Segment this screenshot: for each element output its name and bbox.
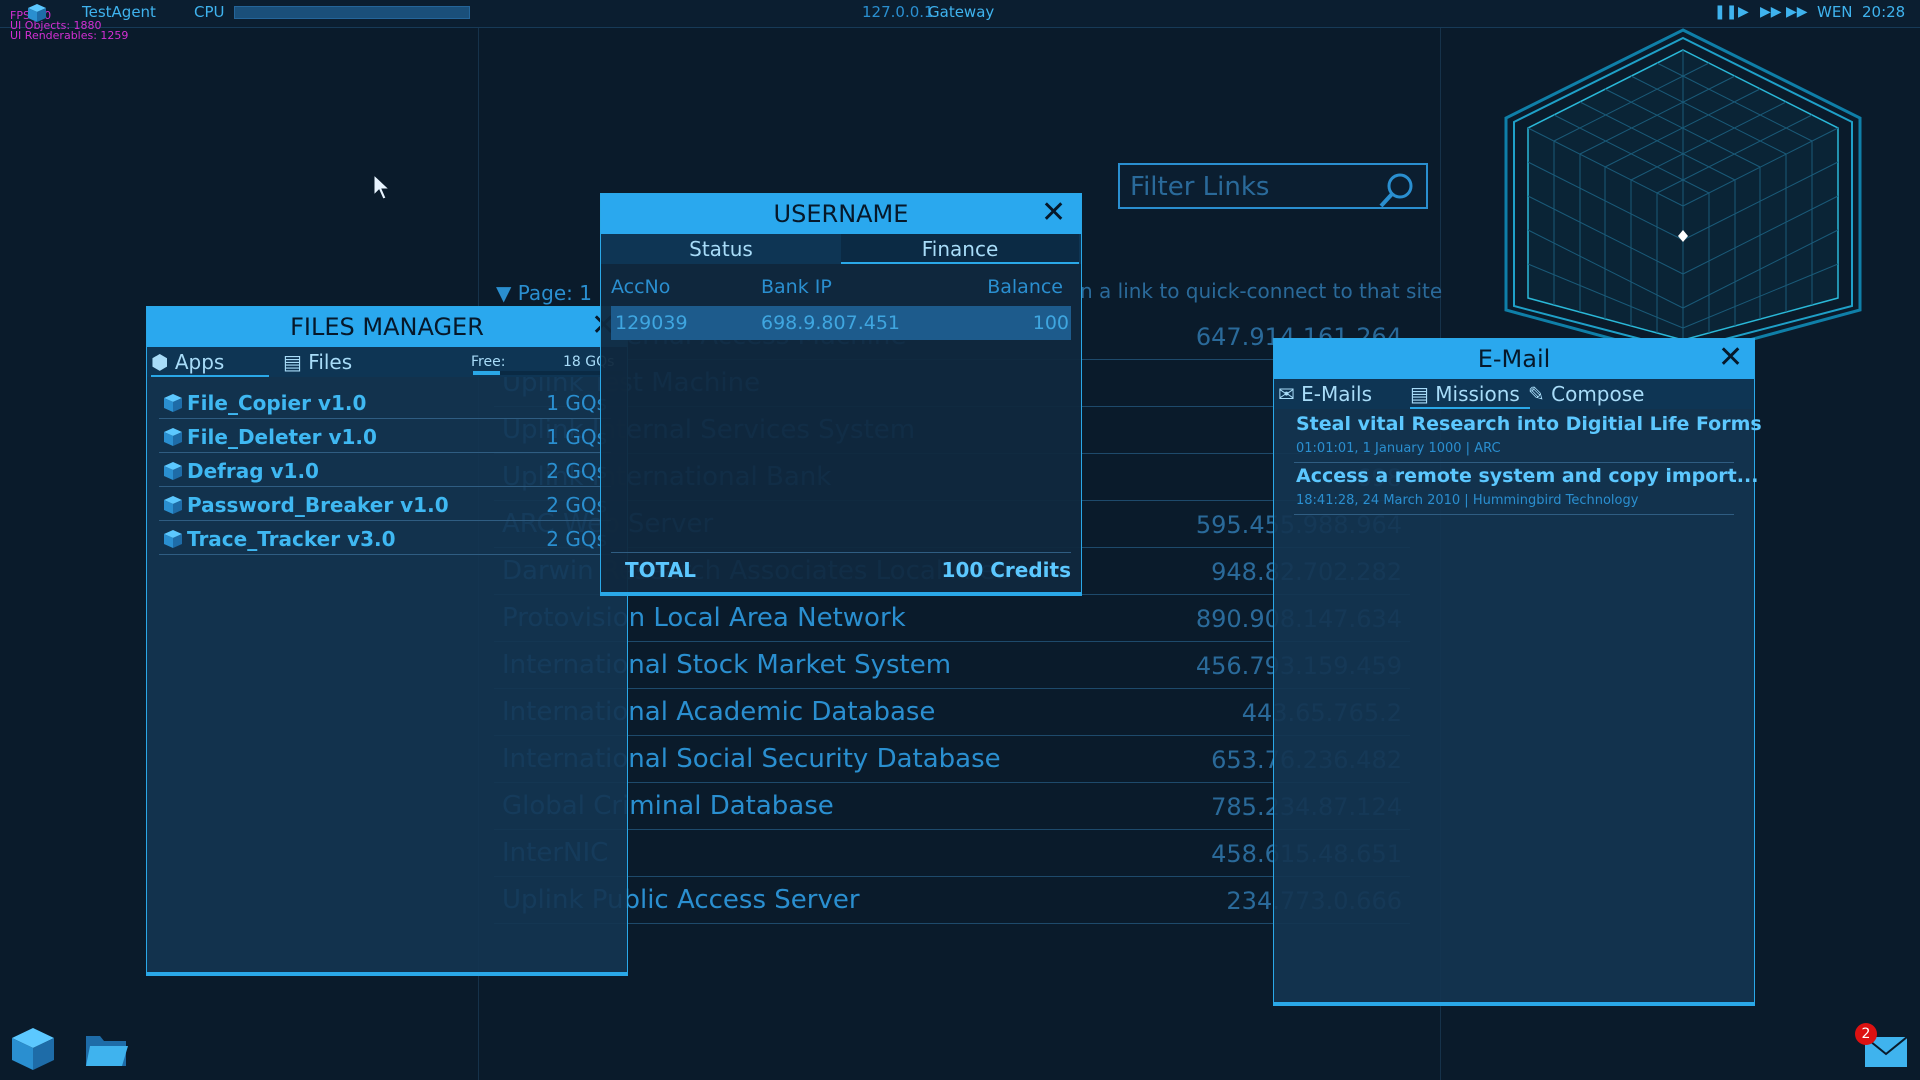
cube-icon[interactable] bbox=[8, 1024, 58, 1074]
free-space-fill bbox=[473, 371, 500, 375]
program-icon bbox=[164, 394, 182, 412]
file-row[interactable]: Trace_Tracker v3.0 2 GQs bbox=[159, 521, 611, 555]
links-hint: n a link to quick-connect to that site bbox=[1080, 279, 1443, 303]
email-window: E-Mail ✕ ✉ E-Mails ▤ Missions ✎ Compose … bbox=[1273, 338, 1762, 1006]
filter-links-placeholder: Filter Links bbox=[1130, 172, 1270, 202]
file-size: 2 GQs bbox=[546, 527, 607, 551]
table-row[interactable]: 129039 698.9.807.451 100 bbox=[611, 306, 1071, 340]
cpu-usage-bar bbox=[234, 6, 470, 19]
file-row[interactable]: Defrag v1.0 2 GQs bbox=[159, 453, 611, 487]
files-manager-window: FILES MANAGER ✕ ⬢ Apps ▤ Files Free: 18 … bbox=[146, 306, 628, 976]
email-subject: Steal vital Research into Digitial Life … bbox=[1296, 413, 1762, 435]
tab-status[interactable]: Status bbox=[601, 234, 841, 264]
file-name: Password_Breaker v1.0 bbox=[187, 493, 449, 517]
fastest-forward-icon[interactable]: ▶▶ bbox=[1786, 4, 1808, 20]
search-icon[interactable] bbox=[1376, 170, 1418, 212]
file-icon: ▤ bbox=[283, 350, 302, 374]
total-value: 100 Credits bbox=[941, 558, 1071, 582]
filter-links-input[interactable]: Filter Links bbox=[1118, 163, 1428, 209]
program-icon bbox=[164, 462, 182, 480]
envelope-icon: ✉ bbox=[1278, 382, 1295, 406]
finance-title: USERNAME bbox=[601, 194, 1081, 234]
total-label: TOTAL bbox=[625, 558, 696, 582]
email-subject: Access a remote system and copy import..… bbox=[1296, 465, 1759, 487]
email-title: E-Mail bbox=[1274, 339, 1754, 379]
agent-name[interactable]: TestAgent bbox=[82, 3, 156, 21]
tab-emails[interactable]: ✉ E-Mails bbox=[1278, 379, 1396, 409]
file-row[interactable]: Password_Breaker v1.0 2 GQs bbox=[159, 487, 611, 521]
column-header-bank-ip[interactable]: Bank IP bbox=[761, 276, 832, 298]
column-header-balance[interactable]: Balance bbox=[987, 276, 1063, 298]
file-name: Defrag v1.0 bbox=[187, 459, 319, 483]
email-meta: 01:01:01, 1 January 1000 | ARC bbox=[1296, 441, 1501, 456]
page-selector[interactable]: ▼ Page: 1 bbox=[496, 281, 592, 305]
file-name: Trace_Tracker v3.0 bbox=[187, 527, 396, 551]
close-icon[interactable]: ✕ bbox=[1718, 343, 1743, 373]
document-icon: ▤ bbox=[1410, 382, 1429, 406]
uplink-cube-icon[interactable] bbox=[26, 2, 48, 24]
mission-email[interactable]: Steal vital Research into Digitial Life … bbox=[1294, 411, 1762, 463]
program-icon bbox=[164, 530, 182, 548]
ui-renderables-readout: UI Renderables: 1259 bbox=[10, 29, 129, 42]
email-tabs: ✉ E-Mails ▤ Missions ✎ Compose bbox=[1274, 379, 1754, 409]
files-manager-title: FILES MANAGER bbox=[147, 307, 627, 347]
file-size: 1 GQs bbox=[546, 391, 607, 415]
gateway-label: Gateway bbox=[928, 3, 995, 21]
file-name: File_Deleter v1.0 bbox=[187, 425, 377, 449]
play-icon[interactable]: ▶ bbox=[1738, 4, 1749, 20]
file-size: 1 GQs bbox=[546, 425, 607, 449]
mission-email[interactable]: Access a remote system and copy import..… bbox=[1294, 463, 1758, 515]
bank-ip: 698.9.807.451 bbox=[761, 312, 901, 334]
file-row[interactable]: File_Deleter v1.0 1 GQs bbox=[159, 419, 611, 453]
tab-files[interactable]: ▤ Files bbox=[283, 347, 383, 377]
program-icon bbox=[164, 496, 182, 514]
tab-missions[interactable]: ▤ Missions bbox=[1410, 379, 1530, 409]
clock: 20:28 bbox=[1862, 3, 1906, 21]
divider bbox=[611, 552, 1071, 553]
cpu-label: CPU bbox=[194, 3, 225, 21]
email-meta: 18:41:28, 24 March 2010 | Hummingbird Te… bbox=[1296, 493, 1639, 508]
file-name: File_Copier v1.0 bbox=[187, 391, 367, 415]
finance-window: USERNAME ✕ Status Finance AccNo Bank IP … bbox=[600, 193, 1082, 596]
close-icon[interactable]: ✕ bbox=[1041, 198, 1066, 228]
gateway-ip: 127.0.0.1 bbox=[862, 3, 934, 21]
weekday: WEN bbox=[1817, 3, 1853, 21]
file-size: 2 GQs bbox=[546, 459, 607, 483]
unread-mail-badge: 2 bbox=[1855, 1023, 1877, 1045]
account-balance: 100 bbox=[1032, 312, 1069, 334]
compose-icon: ✎ bbox=[1528, 382, 1545, 406]
world-map-cube[interactable] bbox=[1498, 28, 1868, 358]
account-number: 129039 bbox=[615, 312, 688, 334]
top-bar: FPS: 60 UI Objects: 1880 UI Renderables:… bbox=[0, 0, 1920, 41]
fast-forward-icon[interactable]: ▶▶ bbox=[1760, 4, 1782, 20]
program-icon bbox=[164, 428, 182, 446]
column-header-accno[interactable]: AccNo bbox=[611, 276, 670, 298]
files-manager-tabs: ⬢ Apps ▤ Files Free: 18 GQs bbox=[147, 347, 627, 377]
cube-icon: ⬢ bbox=[151, 350, 169, 374]
finance-tabs: Status Finance bbox=[601, 234, 1081, 264]
mouse-cursor-icon bbox=[373, 174, 391, 200]
tab-apps[interactable]: ⬢ Apps bbox=[151, 347, 269, 377]
file-size: 2 GQs bbox=[546, 493, 607, 517]
file-row[interactable]: File_Copier v1.0 1 GQs bbox=[159, 385, 611, 419]
tab-finance[interactable]: Finance bbox=[841, 234, 1079, 264]
folder-icon[interactable] bbox=[84, 1030, 128, 1070]
pause-icon[interactable]: ❚❚ bbox=[1714, 4, 1737, 20]
tab-compose[interactable]: ✎ Compose bbox=[1528, 379, 1648, 409]
